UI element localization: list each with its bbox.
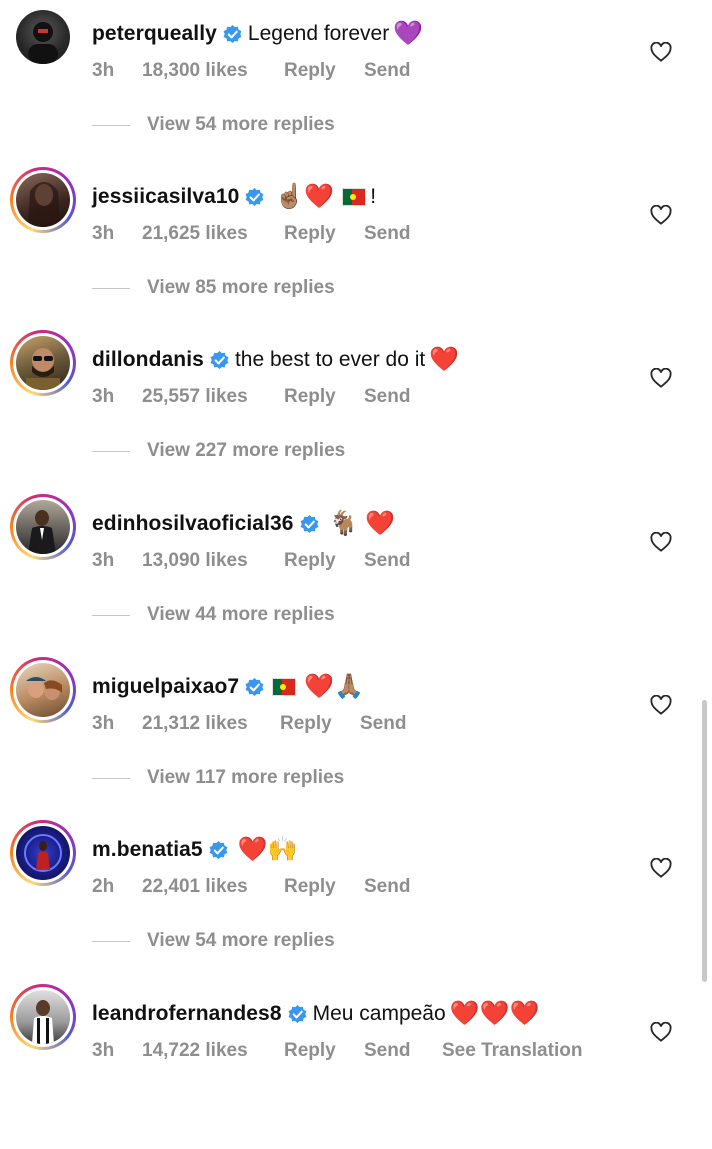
like-heart-icon[interactable] bbox=[650, 42, 672, 62]
comment-username[interactable]: leandrofernandes8 bbox=[92, 1002, 282, 1026]
likes-count[interactable]: 22,401 likes bbox=[142, 876, 284, 898]
send-button[interactable]: Send bbox=[360, 713, 438, 735]
scrollbar[interactable] bbox=[702, 700, 707, 982]
verified-badge-icon bbox=[223, 24, 242, 43]
replies-divider bbox=[92, 124, 130, 126]
like-heart-icon[interactable] bbox=[650, 205, 672, 225]
reply-button[interactable]: Reply bbox=[284, 60, 364, 82]
comment: leandrofernandes8 Meu campeão ❤️❤️❤️ 3h … bbox=[0, 984, 712, 1149]
portugal-flag-icon bbox=[272, 678, 297, 696]
comment-emoji: 🐐 ❤️ bbox=[328, 510, 396, 537]
reply-button[interactable]: Reply bbox=[280, 713, 360, 735]
like-heart-icon[interactable] bbox=[650, 858, 672, 878]
avatar[interactable] bbox=[10, 657, 76, 723]
replies-divider bbox=[92, 450, 130, 452]
comment: peterqueally Legend forever 💜 3h 18,300 … bbox=[0, 6, 712, 169]
view-replies-label[interactable]: View 54 more replies bbox=[147, 114, 335, 136]
comment-text: ! bbox=[370, 185, 377, 208]
comment-emoji: ❤️❤️❤️ bbox=[449, 1000, 540, 1027]
likes-count[interactable]: 13,090 likes bbox=[142, 550, 284, 572]
view-replies-label[interactable]: View 117 more replies bbox=[147, 767, 344, 789]
comment-time: 3h bbox=[92, 223, 115, 244]
verified-badge-icon bbox=[209, 840, 228, 859]
like-heart-icon[interactable] bbox=[650, 695, 672, 715]
comment-username[interactable]: miguelpaixao7 bbox=[92, 675, 239, 699]
like-heart-icon[interactable] bbox=[650, 532, 672, 552]
comment: miguelpaixao7 ❤️🙏🏽 3h 21,312 likes Reply… bbox=[0, 657, 712, 822]
comment: m.benatia5 ❤️🙌 2h 22,401 likes Reply Sen… bbox=[0, 820, 712, 985]
verified-badge-icon bbox=[300, 514, 319, 533]
send-button[interactable]: Send bbox=[364, 876, 442, 898]
comment-text: Legend forever bbox=[247, 22, 390, 45]
view-replies-label[interactable]: View 85 more replies bbox=[147, 277, 335, 299]
replies-divider bbox=[92, 287, 130, 289]
avatar[interactable] bbox=[10, 167, 76, 233]
avatar[interactable] bbox=[10, 4, 76, 70]
comment-time: 3h bbox=[92, 1040, 115, 1061]
comment-username[interactable]: peterqueally bbox=[92, 22, 217, 46]
comment: jessiicasilva10 ☝🏽❤️ ! 3h 21,625 likes R… bbox=[0, 167, 712, 332]
reply-button[interactable]: Reply bbox=[284, 386, 364, 408]
verified-badge-icon bbox=[245, 677, 264, 696]
like-heart-icon[interactable] bbox=[650, 1022, 672, 1042]
view-replies[interactable]: View 85 more replies bbox=[92, 277, 335, 299]
send-button[interactable]: Send bbox=[364, 550, 442, 572]
see-translation-button[interactable]: See Translation bbox=[442, 1040, 582, 1062]
replies-divider bbox=[92, 940, 130, 942]
view-replies[interactable]: View 117 more replies bbox=[92, 767, 344, 789]
like-heart-icon[interactable] bbox=[650, 368, 672, 388]
likes-count[interactable]: 14,722 likes bbox=[142, 1040, 284, 1062]
verified-badge-icon bbox=[246, 187, 264, 206]
view-replies-label[interactable]: View 227 more replies bbox=[147, 440, 345, 462]
comment-username[interactable]: edinhosilvaoficial36 bbox=[92, 512, 294, 536]
view-replies[interactable]: View 44 more replies bbox=[92, 604, 335, 626]
view-replies-label[interactable]: View 54 more replies bbox=[147, 930, 335, 952]
comment-emoji: 💜 bbox=[393, 20, 424, 47]
comment-emoji: ☝🏽❤️ bbox=[274, 183, 335, 210]
comment-emoji: ❤️🙏🏽 bbox=[304, 673, 364, 700]
reply-button[interactable]: Reply bbox=[284, 1040, 364, 1062]
avatar[interactable] bbox=[10, 494, 76, 560]
replies-divider bbox=[92, 614, 130, 616]
comment-time: 3h bbox=[92, 550, 115, 571]
reply-button[interactable]: Reply bbox=[284, 223, 364, 245]
view-replies[interactable]: View 54 more replies bbox=[92, 114, 335, 136]
comment-emoji: ❤️ bbox=[429, 346, 460, 373]
comment-time: 3h bbox=[92, 60, 115, 81]
likes-count[interactable]: 25,557 likes bbox=[142, 386, 284, 408]
view-replies[interactable]: View 227 more replies bbox=[92, 440, 345, 462]
likes-count[interactable]: 21,312 likes bbox=[142, 713, 280, 735]
likes-count[interactable]: 21,625 likes bbox=[142, 223, 284, 245]
portugal-flag-icon bbox=[342, 188, 367, 206]
reply-button[interactable]: Reply bbox=[284, 550, 364, 572]
comment-username[interactable]: jessiicasilva10 bbox=[92, 185, 239, 209]
send-button[interactable]: Send bbox=[364, 1040, 442, 1062]
avatar[interactable] bbox=[10, 820, 76, 886]
verified-badge-icon bbox=[210, 350, 229, 369]
send-button[interactable]: Send bbox=[364, 60, 442, 82]
likes-count[interactable]: 18,300 likes bbox=[142, 60, 284, 82]
view-replies[interactable]: View 54 more replies bbox=[92, 930, 335, 952]
comment-text: the best to ever do it bbox=[234, 348, 426, 371]
send-button[interactable]: Send bbox=[364, 386, 442, 408]
send-button[interactable]: Send bbox=[364, 223, 442, 245]
verified-badge-icon bbox=[288, 1004, 307, 1023]
comment-username[interactable]: dillondanis bbox=[92, 348, 204, 372]
avatar[interactable] bbox=[10, 330, 76, 396]
reply-button[interactable]: Reply bbox=[284, 876, 364, 898]
comment: edinhosilvaoficial36 🐐 ❤️ 3h 13,090 like… bbox=[0, 494, 712, 659]
comment-text: Meu campeão bbox=[312, 1002, 446, 1025]
comment-time: 3h bbox=[92, 386, 115, 407]
comment-emoji: ❤️🙌 bbox=[237, 836, 298, 863]
avatar[interactable] bbox=[10, 984, 76, 1050]
comment-time: 2h bbox=[92, 876, 115, 897]
replies-divider bbox=[92, 777, 130, 779]
comment-username[interactable]: m.benatia5 bbox=[92, 838, 203, 862]
comment: dillondanis the best to ever do it ❤️ 3h… bbox=[0, 330, 712, 495]
comment-time: 3h bbox=[92, 713, 115, 734]
view-replies-label[interactable]: View 44 more replies bbox=[147, 604, 335, 626]
